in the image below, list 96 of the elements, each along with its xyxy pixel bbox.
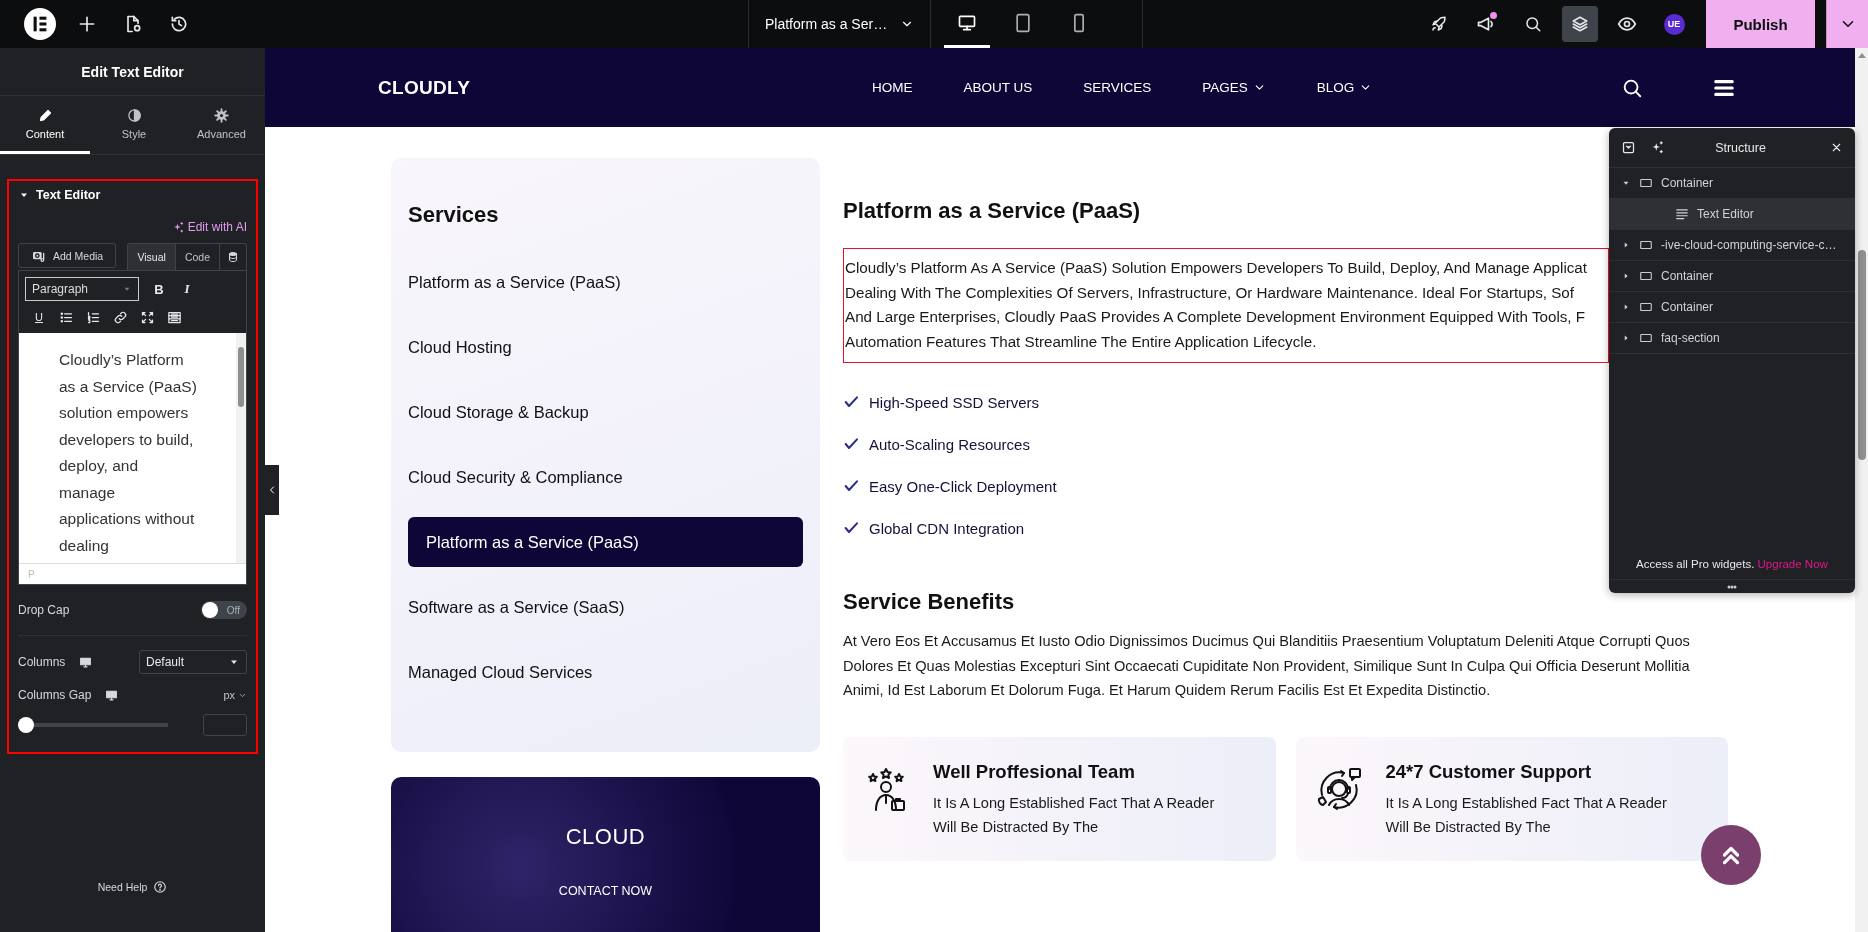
check-icon	[843, 436, 859, 452]
gap-input-field[interactable]	[203, 714, 247, 736]
toolbar-toggle-icon[interactable]	[167, 309, 182, 325]
rocket-icon[interactable]	[1430, 15, 1448, 33]
megaphone-icon[interactable]	[1476, 14, 1496, 34]
unit-select[interactable]: px	[223, 689, 247, 701]
tablet-icon	[1013, 12, 1033, 33]
service-link[interactable]: Cloud Security & Compliance	[408, 452, 803, 502]
service-link[interactable]: Platform as a Service (PaaS)	[408, 517, 803, 567]
benefits-heading: Service Benefits	[843, 588, 1015, 616]
card-title: 24*7 Customer Support	[1385, 760, 1593, 783]
add-media-button[interactable]: Add Media	[18, 243, 117, 268]
text-lines-icon	[1675, 207, 1689, 221]
element-path: P	[28, 568, 35, 580]
container-icon	[1639, 300, 1653, 314]
need-help-link[interactable]: Need Help	[97, 881, 148, 893]
service-link[interactable]: Software as a Service (SaaS)	[408, 582, 803, 632]
collapse-panel-icon[interactable]	[1621, 140, 1636, 155]
panel-tab[interactable]: Style	[90, 96, 178, 154]
editor-mode-tab[interactable]: Visual	[128, 244, 176, 270]
section-title[interactable]: Text Editor	[36, 188, 101, 202]
container-icon	[1639, 331, 1653, 345]
history-icon[interactable]	[169, 14, 189, 34]
pencil-icon	[37, 107, 53, 123]
contact-card-title: CLOUD	[564, 824, 647, 850]
structure-title: Structure	[1714, 140, 1767, 155]
feature-text: Global CDN Integration	[869, 519, 1025, 537]
nav-link[interactable]: HOME	[872, 80, 913, 95]
format-select[interactable]: Paragraph	[25, 277, 139, 301]
promo-text: Access all Pro widgets.	[1636, 558, 1756, 570]
check-icon	[843, 394, 859, 410]
monitor-icon[interactable]	[79, 655, 93, 669]
feature-text: Auto-Scaling Resources	[869, 435, 1030, 453]
editor-mode-tab[interactable]: Code	[175, 244, 220, 270]
panel-tab[interactable]: Content	[0, 96, 90, 154]
structure-item[interactable]: Container	[1609, 292, 1855, 323]
user-avatar[interactable]: UE	[1663, 13, 1685, 35]
columns-select[interactable]: Default	[139, 650, 247, 674]
link-icon[interactable]	[113, 309, 128, 325]
upgrade-link[interactable]: Upgrade Now	[1757, 558, 1828, 570]
bold-button[interactable]: B	[145, 277, 173, 301]
check-icon	[843, 520, 859, 536]
eye-icon[interactable]	[1617, 14, 1637, 34]
site-logo[interactable]: CLOUDLY	[378, 76, 872, 99]
structure-toggle-button[interactable]	[1562, 6, 1598, 42]
card-title: Well Proffesional Team	[933, 760, 1136, 783]
container-icon	[1639, 269, 1653, 283]
edit-with-ai-link[interactable]: Edit with AI	[171, 220, 247, 234]
service-link[interactable]: Cloud Storage & Backup	[408, 387, 803, 437]
fullscreen-icon[interactable]	[140, 309, 155, 325]
database-icon[interactable]	[227, 251, 239, 263]
contact-card-subtitle: CONTACT NOW	[557, 884, 654, 898]
article-title: Platform as a Service (PaaS)	[843, 197, 1141, 225]
nav-link[interactable]: PAGES	[1202, 80, 1266, 95]
card-text: It Is A Long Established Fact That A Reader Will Be Distracted By The	[933, 793, 1216, 837]
feature-text: Easy One-Click Deployment	[869, 477, 1057, 495]
elementor-logo-icon[interactable]	[24, 8, 56, 40]
feature-text: High-Speed SSD Servers	[869, 393, 1040, 411]
structure-item[interactable]: -ive-cloud-computing-service-c…	[1609, 230, 1855, 261]
benefits-paragraph: At Vero Eos Et Accusamus Et Iusto Odio Dignissimos Ducimus Qui Blanditiis Praesentium Voluptatum Deleniti Atque Corrupti Quos Dolores Et Quas Molestias Excepturi Sint Occaecati Cupiditate Non Provident, Similique Sunt In Culpa Qui Officia Deserunt Mollitia Animi, Id Est Laborum Et Dolorum Fuga. Et Harum Quidem Rerum Facilis Est Et Expedita Distinctio.	[843, 632, 1691, 700]
columns-gap-label: Columns Gap	[18, 688, 92, 702]
card-text: It Is A Long Established Fact That A Reader Will Be Distracted By The	[1385, 793, 1668, 837]
search-icon[interactable]	[1524, 15, 1542, 33]
drop-cap-label: Drop Cap	[18, 603, 70, 617]
nav-link[interactable]: SERVICES	[1083, 80, 1152, 95]
service-link[interactable]: Managed Cloud Services	[408, 647, 803, 697]
columns-label: Columns	[18, 655, 66, 669]
container-icon	[1639, 176, 1653, 190]
help-icon[interactable]	[153, 880, 168, 894]
services-heading: Services	[408, 201, 500, 229]
drop-cap-toggle[interactable]: Off	[201, 601, 247, 619]
service-link[interactable]: Platform as a Service (PaaS)	[408, 257, 803, 307]
monitor-icon[interactable]	[105, 688, 119, 702]
gear-icon	[214, 107, 229, 123]
panel-tab[interactable]: Advanced	[178, 96, 265, 154]
nav-link[interactable]: BLOG	[1316, 80, 1373, 95]
underline-button[interactable]: U	[25, 305, 53, 329]
close-icon[interactable]	[1830, 141, 1843, 154]
contrast-icon	[126, 107, 142, 123]
numbered-list-icon[interactable]	[86, 309, 101, 325]
service-link[interactable]: Cloud Hosting	[408, 322, 803, 372]
structure-item[interactable]: Text Editor	[1609, 199, 1855, 230]
scroll-to-top-button[interactable]	[1701, 825, 1761, 885]
slider-thumb[interactable]	[18, 717, 34, 733]
plus-icon[interactable]	[77, 14, 97, 34]
italic-button[interactable]: I	[173, 277, 201, 301]
intro-paragraph[interactable]: Cloudly’s Platform As A Service (PaaS) Solution Empowers Developers To Build, Deploy, And Manage Applicat Dealing With The Complexities Of Servers, Infrastructure, Or Hardware Maintenance. Ideal For Startups, Sof And Large Enterprises, Cloudly PaaS Provides A Complete Development Environment Equipped With Tools, F Automation Features That Streamline The Entire Application Lifecycle.	[843, 248, 1609, 363]
publish-button[interactable]: Publish	[1706, 0, 1815, 48]
nav-link[interactable]: ABOUT US	[963, 80, 1033, 95]
container-icon	[1639, 238, 1653, 252]
editor-scrollbar[interactable]	[236, 333, 246, 563]
structure-item[interactable]: Container	[1609, 261, 1855, 292]
structure-item[interactable]: faq-section	[1609, 323, 1855, 354]
layers-icon	[1571, 15, 1589, 33]
scrollbar[interactable]	[1855, 48, 1868, 932]
check-icon	[843, 478, 859, 494]
